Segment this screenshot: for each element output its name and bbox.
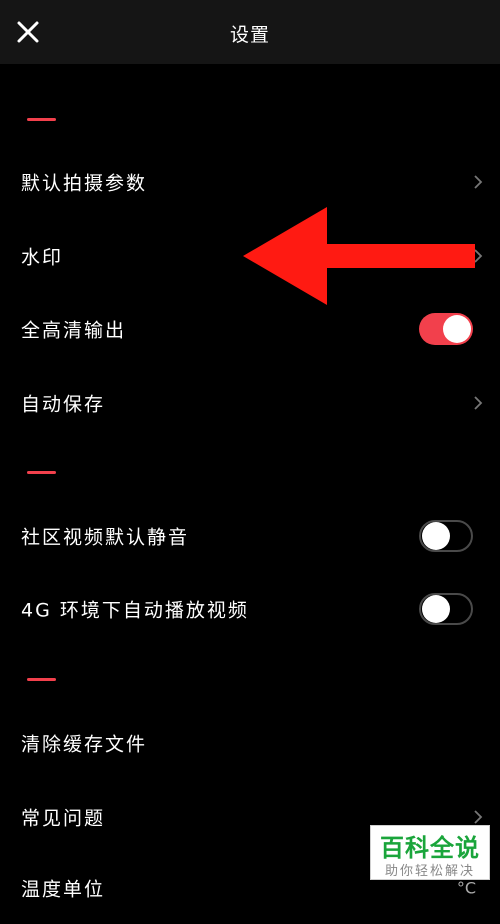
section-divider-3 (27, 678, 56, 681)
toggle-knob (443, 315, 471, 343)
row-label: 清除缓存文件 (21, 733, 148, 756)
row-label: 默认拍摄参数 (21, 172, 148, 195)
row-clear-cache[interactable]: 清除缓存文件 (0, 707, 500, 779)
section-divider-1 (27, 118, 56, 121)
toggle-knob (422, 595, 450, 623)
chevron-right-icon (474, 175, 483, 189)
chevron-right-icon (474, 810, 483, 824)
section-divider-2 (27, 471, 56, 474)
community-mute-toggle[interactable] (419, 520, 473, 552)
watermark-subtitle: 助你轻松解决 (384, 864, 475, 879)
row-label: 水印 (21, 246, 64, 269)
top-bar: 设置 (0, 0, 500, 64)
watermark-logo: 百科全说 助你轻松解决 (370, 825, 490, 880)
red-arrow-annotation (243, 207, 475, 305)
row-label: 温度单位 (21, 878, 106, 901)
row-label: 4G 环境下自动播放视频 (21, 599, 249, 622)
row-label: 自动保存 (21, 393, 106, 416)
full-hd-toggle[interactable] (419, 313, 473, 345)
watermark-title: 百科全说 (380, 834, 480, 862)
4g-autoplay-toggle[interactable] (419, 593, 473, 625)
row-label: 全高清输出 (21, 319, 127, 342)
row-4g-autoplay: 4G 环境下自动播放视频 (0, 573, 500, 645)
chevron-right-icon (474, 396, 483, 410)
row-auto-save[interactable]: 自动保存 (0, 367, 500, 439)
temperature-unit-value: °C (456, 878, 476, 898)
page-title: 设置 (229, 24, 270, 46)
toggle-knob (422, 522, 450, 550)
row-label: 社区视频默认静音 (21, 526, 190, 549)
row-label: 常见问题 (21, 807, 106, 830)
row-community-mute: 社区视频默认静音 (0, 500, 500, 572)
